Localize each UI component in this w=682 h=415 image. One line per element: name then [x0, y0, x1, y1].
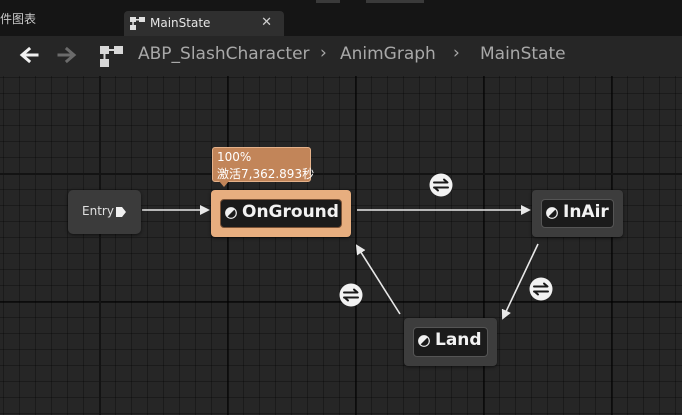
state-machine-icon	[130, 17, 145, 30]
breadcrumb-separator: ›	[453, 43, 460, 63]
state-title-pill: OnGround	[220, 199, 342, 228]
tab-mainstate[interactable]: MainState ✕	[124, 11, 284, 36]
half-circle-icon	[546, 207, 558, 219]
arrow-left-icon[interactable]	[17, 44, 41, 66]
close-icon[interactable]: ✕	[261, 15, 272, 30]
tab-strip-decoration	[366, 0, 424, 3]
state-inair[interactable]: InAir	[532, 190, 623, 237]
bidirectional-arrows-icon[interactable]	[339, 283, 363, 307]
state-label: OnGround	[242, 202, 339, 222]
breadcrumb-bar: ABP_SlashCharacter › AnimGraph › MainSta…	[0, 36, 682, 76]
tab-label: MainState	[150, 16, 211, 30]
wire-land-to-onground	[355, 244, 401, 315]
state-onground[interactable]: OnGround	[211, 190, 351, 237]
tooltip-tail	[219, 181, 229, 187]
tooltip-percent: 100%	[217, 150, 252, 164]
bidirectional-arrows-icon[interactable]	[429, 173, 453, 197]
state-land[interactable]: Land	[404, 318, 497, 366]
tab-bar: 件图表 MainState ✕	[0, 0, 682, 36]
state-title-pill: InAir	[541, 199, 614, 228]
breadcrumb-item[interactable]: AnimGraph	[340, 44, 436, 64]
tab-strip-decoration	[316, 0, 340, 3]
half-circle-icon	[225, 207, 237, 219]
entry-arrow-icon	[116, 207, 126, 217]
tooltip-active-time: 激活7,362.893秒	[217, 167, 315, 181]
bidirectional-arrows-icon[interactable]	[529, 277, 553, 301]
transition-wires	[142, 205, 539, 320]
entry-node[interactable]: Entry	[68, 190, 141, 234]
half-circle-icon	[418, 335, 430, 347]
state-label: InAir	[563, 202, 609, 222]
arrow-right-icon[interactable]	[55, 44, 79, 66]
state-label: Land	[435, 330, 482, 350]
state-machine-icon	[100, 46, 123, 67]
state-machine-graph[interactable]: Entry OnGround InAir Land 100% 激活7,362.8…	[0, 76, 682, 415]
breadcrumb-separator: ›	[320, 43, 327, 63]
breadcrumb-item[interactable]: ABP_SlashCharacter	[138, 44, 310, 64]
breadcrumb-item[interactable]: MainState	[480, 44, 566, 64]
tab-previous[interactable]: 件图表	[0, 10, 36, 27]
entry-label: Entry	[82, 204, 114, 218]
state-title-pill: Land	[413, 327, 488, 357]
state-activity-tooltip: 100% 激活7,362.893秒	[212, 147, 315, 187]
